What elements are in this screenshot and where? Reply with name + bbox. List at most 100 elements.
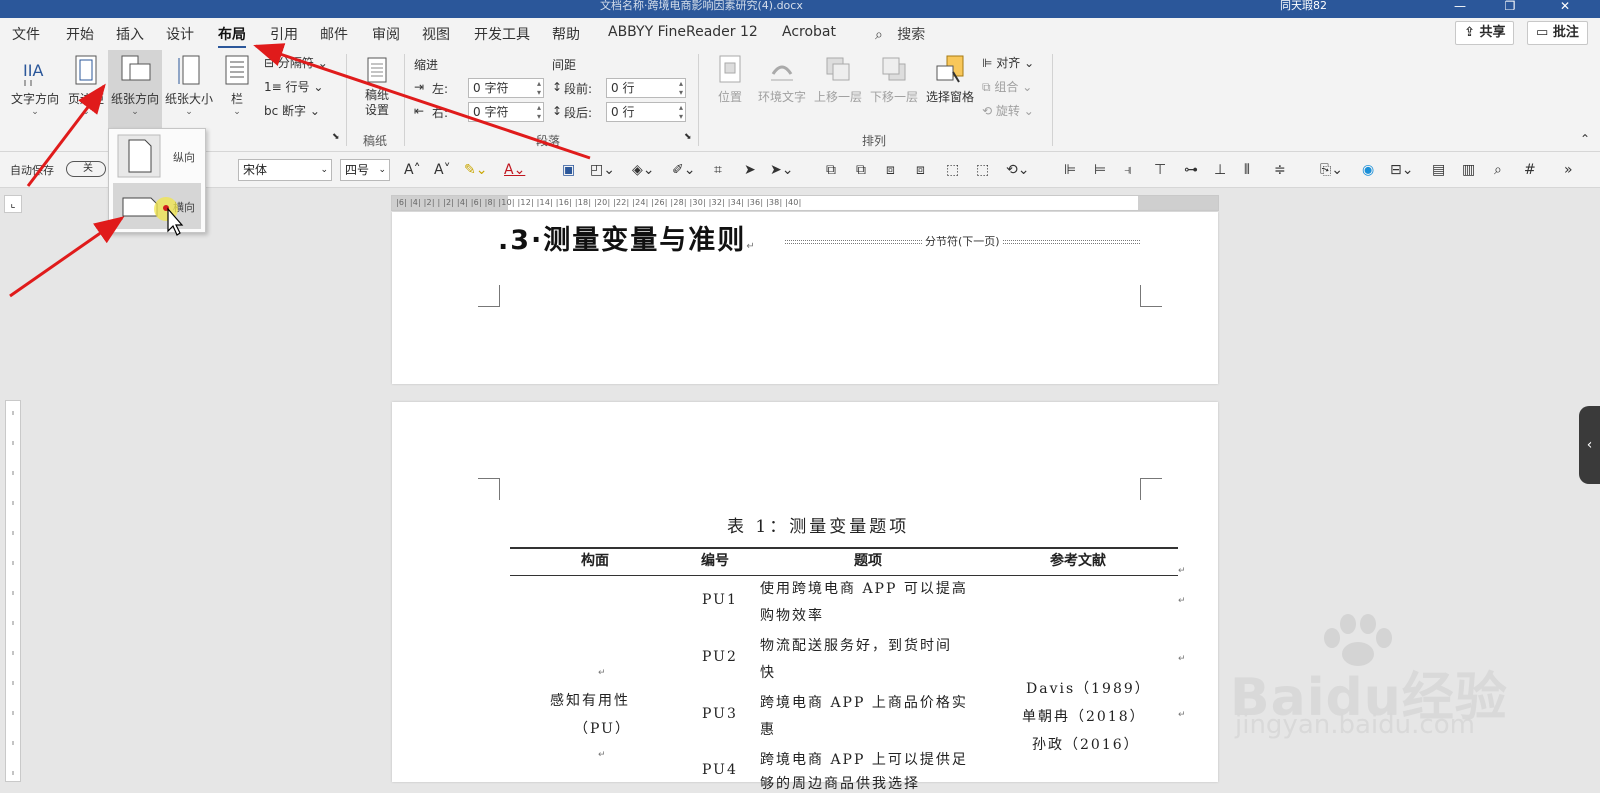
spacing-before-field[interactable]: 0 行 ▴ ▾ bbox=[606, 78, 686, 98]
margins-button[interactable]: 页边距 ⌄ bbox=[64, 54, 108, 117]
grow-font-icon[interactable]: A˄ bbox=[404, 162, 421, 178]
tab-review[interactable]: 审阅 bbox=[372, 24, 400, 44]
spacing-after-field[interactable]: 0 行 ▴ ▾ bbox=[606, 102, 686, 122]
shrink-font-icon[interactable]: A˅ bbox=[434, 162, 451, 178]
align-middle-icon[interactable]: ⊶ bbox=[1184, 162, 1198, 178]
tab-developer[interactable]: 开发工具 bbox=[474, 24, 530, 44]
paragraph-launcher-icon[interactable]: ⬊ bbox=[684, 132, 692, 142]
text-box-icon[interactable]: ▣ bbox=[562, 162, 575, 178]
spinner-icon[interactable]: ▴ ▾ bbox=[679, 103, 683, 121]
columns-button[interactable]: 栏 ⌄ bbox=[222, 54, 252, 117]
side-panel-toggle[interactable]: ‹ bbox=[1579, 406, 1600, 484]
ungroup-small-icon[interactable]: ⬚ bbox=[976, 162, 989, 178]
autosave-toggle-label: 关 bbox=[83, 163, 93, 174]
tab-mailings[interactable]: 邮件 bbox=[320, 24, 348, 44]
indent-right-field[interactable]: 0 字符 ▴ ▾ bbox=[468, 102, 544, 122]
user-name[interactable]: 同天瑕82 bbox=[1280, 0, 1327, 12]
selection-pane-button[interactable]: 选择窗格 bbox=[922, 54, 978, 105]
overflow-icon[interactable]: » bbox=[1564, 162, 1573, 178]
tab-file[interactable]: 文件 bbox=[12, 24, 40, 44]
group-button[interactable]: ⧉ 组合 ⌄ bbox=[982, 78, 1032, 95]
line-numbers-button[interactable]: 1≡ 行号 ⌄ bbox=[264, 78, 323, 95]
table-caption[interactable]: 表 1：测量变量题项 bbox=[727, 512, 909, 537]
rotate-small-icon[interactable]: ⟲⌄ bbox=[1006, 162, 1029, 178]
tab-insert[interactable]: 插入 bbox=[116, 24, 144, 44]
align-right-icon[interactable]: ⫣ bbox=[1124, 162, 1132, 178]
share-button[interactable]: ⇪ 共享 bbox=[1455, 21, 1515, 45]
close-button[interactable]: ✕ bbox=[1545, 0, 1585, 18]
restore-button[interactable]: ❐ bbox=[1490, 0, 1530, 18]
group-small-icon[interactable]: ⬚ bbox=[946, 162, 959, 178]
pointer-icon[interactable]: ➤ bbox=[744, 162, 756, 178]
spinner-icon[interactable]: ▴ ▾ bbox=[537, 79, 541, 97]
send-backward-button[interactable]: 下移一层 bbox=[866, 54, 922, 105]
text-direction-button[interactable]: IIA 文字方向 ⌄ bbox=[8, 54, 62, 117]
draft-settings-button[interactable]: 稿纸设置 bbox=[356, 56, 398, 118]
paste-special-icon[interactable]: ⎘⌄ bbox=[1320, 162, 1343, 178]
align-center-icon[interactable]: ⊨ bbox=[1094, 162, 1106, 178]
autosave-toggle[interactable]: 关 bbox=[66, 161, 106, 177]
breaks-button[interactable]: ⊟ 分隔符 ⌄ bbox=[264, 54, 328, 71]
size-button[interactable]: 纸张大小 ⌄ bbox=[162, 54, 216, 117]
tab-home[interactable]: 开始 bbox=[66, 24, 94, 44]
wrap-text-label: 环境文字 bbox=[757, 90, 806, 104]
align-top-icon[interactable]: ⊤ bbox=[1154, 162, 1166, 178]
rotate-button[interactable]: ⟲ 旋转 ⌄ bbox=[982, 102, 1034, 119]
bring-forward-small-icon[interactable]: ⧉ bbox=[826, 162, 836, 178]
grid-icon[interactable]: # bbox=[1524, 162, 1536, 178]
shape-icon[interactable]: ◰⌄ bbox=[590, 162, 615, 178]
tab-selector[interactable]: ⌞ bbox=[4, 195, 22, 213]
bring-forward-button[interactable]: 上移一层 bbox=[810, 54, 866, 105]
send-back-icon[interactable]: ⧈ bbox=[916, 162, 925, 178]
tab-layout[interactable]: 布局 bbox=[218, 24, 246, 49]
font-family-select[interactable]: 宋体 ⌄ bbox=[238, 159, 332, 181]
font-color-icon[interactable]: A⌄ bbox=[504, 162, 525, 178]
tab-view[interactable]: 视图 bbox=[422, 24, 450, 44]
read-mode-icon[interactable]: ▥ bbox=[1462, 162, 1475, 178]
breaks-small-icon[interactable]: ⊟⌄ bbox=[1390, 162, 1413, 178]
spacing-after-value: 0 行 bbox=[611, 105, 635, 119]
wrap-text-button[interactable]: 环境文字 bbox=[754, 54, 810, 105]
position-label: 位置 bbox=[717, 90, 742, 104]
send-backward-small-icon[interactable]: ⧉ bbox=[856, 162, 866, 178]
page-setup-launcher-icon[interactable]: ⬊ bbox=[332, 132, 340, 142]
tab-abbyy[interactable]: ABBYY FineReader 12 bbox=[608, 24, 758, 40]
hyphenation-button[interactable]: bc 断字 ⌄ bbox=[264, 102, 320, 119]
minimize-button[interactable]: — bbox=[1440, 0, 1480, 18]
font-size-select[interactable]: 四号 ⌄ bbox=[340, 159, 390, 181]
chevron-down-icon: ⌄ bbox=[185, 107, 193, 117]
circle-icon[interactable]: ◉ bbox=[1362, 162, 1374, 178]
tab-acrobat[interactable]: Acrobat bbox=[782, 24, 836, 40]
distribute-h-icon[interactable]: ⫴ bbox=[1244, 162, 1250, 178]
distribute-v-icon[interactable]: ≑ bbox=[1274, 162, 1286, 178]
orientation-button[interactable]: 纸张方向 ⌄ bbox=[108, 50, 162, 130]
section-heading[interactable]: .3·测量变量与准则↵ bbox=[498, 218, 757, 257]
indent-left-field[interactable]: 0 字符 ▴ ▾ bbox=[468, 78, 544, 98]
align-bottom-icon[interactable]: ⊥ bbox=[1214, 162, 1226, 178]
tab-design[interactable]: 设计 bbox=[166, 24, 194, 44]
collapse-ribbon-icon[interactable]: ⌃ bbox=[1580, 132, 1590, 146]
tab-references[interactable]: 引用 bbox=[270, 24, 298, 44]
paragraph-mark: ↵ bbox=[1178, 654, 1186, 664]
horizontal-ruler[interactable]: |6| |4| |2| | |2| |4| |6| |8| |10| |12| … bbox=[391, 195, 1219, 211]
portrait-option[interactable]: 纵向 bbox=[113, 133, 201, 179]
page-icon[interactable]: ▤ bbox=[1432, 162, 1445, 178]
shape-outline-icon[interactable]: ✐⌄ bbox=[672, 162, 695, 178]
window-title: 文档名称·跨境电商影响因素研究(4).docx bbox=[600, 0, 803, 12]
shape-fill-icon[interactable]: ◈⌄ bbox=[632, 162, 655, 178]
comments-button[interactable]: ▭ 批注 bbox=[1527, 21, 1588, 45]
find-icon[interactable]: ⌕ bbox=[1494, 162, 1502, 178]
search-box[interactable]: ⌕ 搜索 bbox=[875, 24, 925, 44]
crop-icon[interactable]: ⌗ bbox=[714, 162, 722, 178]
tab-help[interactable]: 帮助 bbox=[552, 24, 580, 44]
spinner-icon[interactable]: ▴ ▾ bbox=[537, 103, 541, 121]
align-left-icon[interactable]: ⊫ bbox=[1064, 162, 1076, 178]
spinner-icon[interactable]: ▴ ▾ bbox=[679, 79, 683, 97]
vertical-ruler[interactable] bbox=[5, 400, 21, 782]
position-button[interactable]: 位置 bbox=[710, 54, 750, 105]
highlight-icon[interactable]: ✎⌄ bbox=[464, 162, 487, 178]
select-icon[interactable]: ➤⌄ bbox=[770, 162, 793, 178]
table-cell-code: PU2 bbox=[702, 649, 738, 665]
bring-front-icon[interactable]: ⧈ bbox=[886, 162, 895, 178]
align-button[interactable]: ⊫ 对齐 ⌄ bbox=[982, 54, 1034, 71]
